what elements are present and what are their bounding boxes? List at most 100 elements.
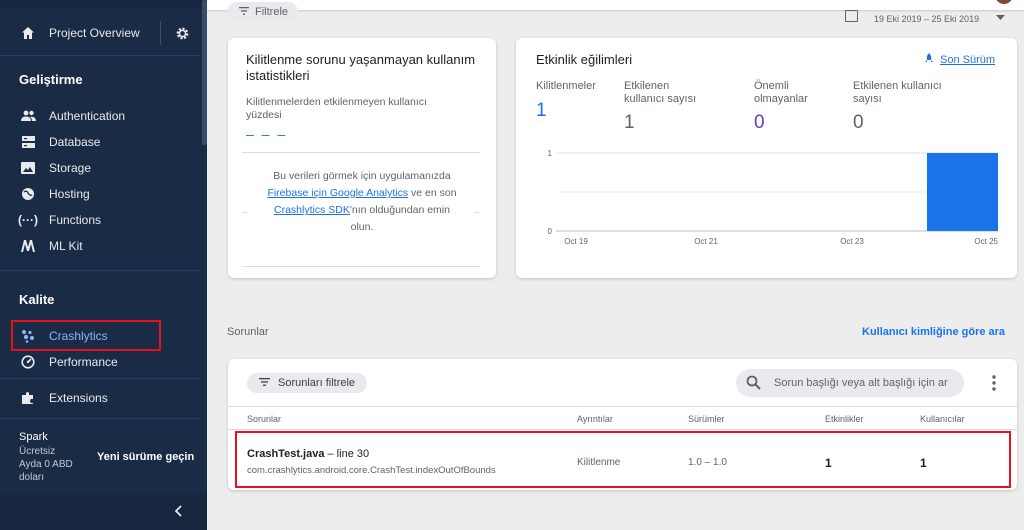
plan-name: Spark [19, 431, 48, 443]
date-range[interactable]: 19 Eki 2019 – 25 Eki 2019 [874, 14, 979, 24]
sidebar-divider [0, 378, 200, 379]
highlight-box-issue-row [235, 431, 1011, 488]
table-divider [228, 429, 1017, 430]
analytics-message: Bu verileri görmek için uygulamanızda Fi… [248, 168, 476, 236]
project-overview-link[interactable]: Project Overview [0, 20, 200, 46]
card-divider [242, 266, 480, 267]
sidebar-divider [0, 418, 200, 419]
metric-label: Etkilenen kullanıcı [853, 80, 942, 92]
sidebar: Project Overview Geliştirme Authenticati… [0, 0, 207, 530]
issues-filter-chip[interactable]: Sorunları filtrele [247, 373, 368, 393]
database-icon [20, 134, 36, 150]
table-divider [228, 406, 1017, 407]
section-heading-quality: Kalite [19, 292, 55, 307]
crash-free-subtitle: Kilitlenmelerden etkilenmeyen kullanıcı [246, 96, 427, 108]
sidebar-item-extensions[interactable]: Extensions [0, 385, 200, 411]
search-icon [746, 375, 762, 391]
card-title-line: istatistikleri [246, 68, 310, 83]
home-icon [20, 25, 36, 41]
y-tick-label: 1 [548, 149, 553, 158]
people-icon [20, 108, 36, 124]
highlight-box-crashlytics [11, 320, 161, 351]
message-line: Bu verileri görmek için uygulamanızda [273, 170, 451, 182]
latest-release-label: Son Sürüm [940, 54, 996, 66]
metric-value: 0 [853, 112, 864, 133]
metric-value: 0 [754, 112, 765, 133]
column-header-versions[interactable]: Sürümler [688, 414, 725, 424]
crash-free-value: – – – [246, 126, 288, 142]
sidebar-item-label: Storage [49, 161, 92, 175]
sidebar-item-label: Extensions [49, 391, 108, 405]
filter-chip[interactable]: Filtrele [227, 2, 299, 22]
sidebar-header-divider [160, 21, 161, 45]
sidebar-item-label: Performance [49, 355, 118, 369]
y-tick-label: 0 [548, 227, 553, 236]
calendar-icon[interactable] [845, 10, 858, 22]
issues-filter-label: Sorunları filtrele [278, 377, 356, 389]
card-divider [242, 152, 480, 153]
section-heading-develop: Geliştirme [19, 72, 83, 87]
project-overview-label: Project Overview [49, 26, 140, 40]
plan-line: doları [19, 472, 45, 483]
card-title: Etkinlik eğilimleri [536, 52, 633, 67]
plan-line: Ücretsiz [19, 446, 56, 457]
card-title-line: Kilitlenme sorunu yaşanmayan kullanım [246, 52, 476, 67]
metric-label: kullanıcı sayısı [624, 93, 697, 105]
analytics-link[interactable]: Firebase için Google Analytics [267, 187, 408, 199]
sidebar-scrollbar[interactable] [202, 0, 207, 145]
sidebar-item-label: Authentication [49, 109, 126, 123]
sidebar-top-strip [0, 0, 207, 8]
sidebar-item-hosting[interactable]: Hosting [0, 181, 200, 207]
message-line: olun. [350, 221, 374, 233]
upgrade-button[interactable]: Yeni sürüme geçin [97, 451, 194, 463]
search-placeholder: Sorun başlığı veya alt başlığı için ar [774, 377, 948, 389]
event-trends-card: Etkinlik eğilimleri Son Sürüm Kilitlenme… [516, 38, 1017, 278]
filter-icon [259, 377, 270, 389]
storage-icon [20, 160, 36, 176]
rocket-icon [924, 53, 934, 67]
mlkit-icon [20, 238, 36, 254]
sidebar-item-functions[interactable]: (···) Functions [0, 207, 200, 233]
sidebar-item-storage[interactable]: Storage [0, 155, 200, 181]
sidebar-item-mlkit[interactable]: ML Kit [0, 233, 200, 259]
issues-search-input[interactable]: Sorun başlığı veya alt başlığı için ar [736, 369, 964, 397]
crashlytics-sdk-link[interactable]: Crashlytics SDK [274, 204, 350, 216]
x-tick-label: Oct 19 [564, 237, 588, 246]
column-header-issues[interactable]: Sorunlar [247, 414, 281, 424]
message-text: 'nın olduğundan emin [349, 204, 450, 216]
metric-value: 1 [624, 112, 635, 133]
sidebar-item-label: Database [49, 135, 101, 149]
sidebar-item-authentication[interactable]: Authentication [0, 103, 200, 129]
crash-free-subtitle: yüzdesi [246, 109, 282, 121]
chart-bar [927, 153, 998, 231]
sidebar-divider [0, 55, 200, 56]
message-line: Firebase için Google Analytics ve en son [248, 185, 476, 202]
column-header-users[interactable]: Kullanıcılar [920, 414, 965, 424]
more-options-icon[interactable] [992, 375, 996, 396]
x-tick-label: Oct 23 [840, 237, 864, 246]
functions-icon: (···) [18, 213, 38, 227]
issues-section-title: Sorunlar [227, 326, 269, 338]
metric-label: Önemli [754, 80, 789, 92]
settings-gear-icon[interactable] [173, 24, 191, 42]
sidebar-item-performance[interactable]: Performance [0, 349, 200, 375]
extensions-icon [20, 390, 36, 406]
event-trends-chart: 1 0 Oct 19 Oct 21 Oct 23 Oct 25 [548, 149, 999, 246]
collapse-sidebar-icon[interactable] [174, 504, 184, 521]
sidebar-item-database[interactable]: Database [0, 129, 200, 155]
x-tick-label: Oct 21 [694, 237, 718, 246]
metric-value: 1 [536, 100, 547, 121]
dropdown-arrow-icon[interactable] [996, 8, 1005, 26]
column-header-events[interactable]: Etkinlikler [825, 414, 864, 424]
metric-label: Kilitlenmeler [536, 80, 596, 92]
column-header-details[interactable]: Ayrıntılar [577, 414, 613, 424]
filter-icon [239, 6, 249, 18]
x-tick-label: Oct 25 [974, 237, 998, 246]
search-by-user-link[interactable]: Kullanıcı kimliğine göre ara [862, 326, 1005, 338]
hosting-icon [20, 186, 36, 202]
latest-release-link[interactable]: Son Sürüm [924, 53, 995, 67]
sidebar-item-label: Functions [49, 213, 102, 227]
performance-icon [20, 354, 36, 370]
top-toolbar [207, 0, 1024, 10]
plan-line: Ayda 0 ABD [19, 459, 73, 470]
